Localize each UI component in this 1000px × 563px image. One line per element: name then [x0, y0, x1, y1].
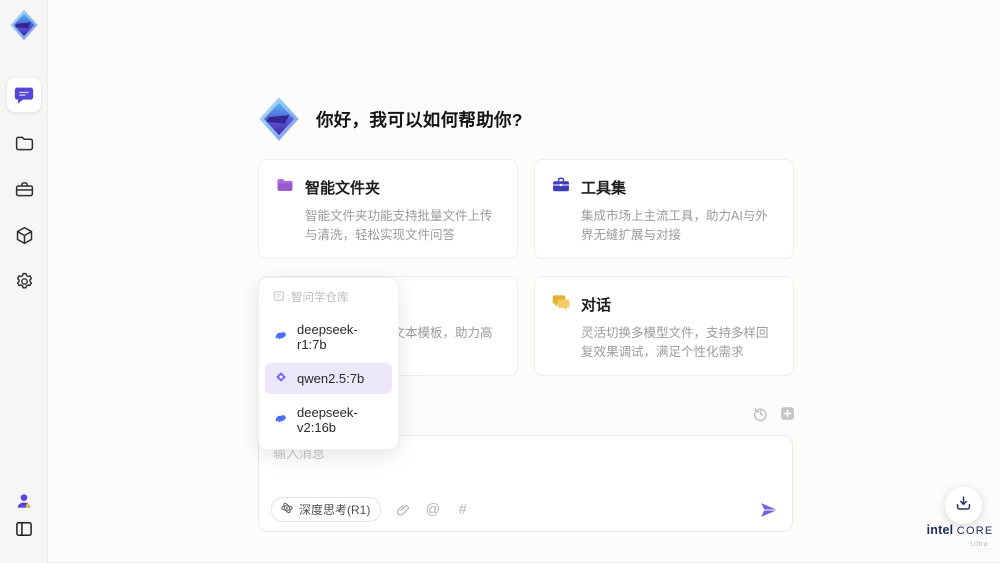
sidebar-item-collapse[interactable]	[7, 512, 41, 546]
card-smart-folder[interactable]: 智能文件夹 智能文件夹功能支持批量文件上传与清洗，轻松实现文件问答	[258, 159, 518, 259]
chat-yellow-icon	[551, 292, 571, 317]
cube-icon	[14, 225, 35, 246]
panel-layout-icon	[14, 519, 34, 539]
card-description: 智能文件夹功能支持批量文件上传与清洗，轻松实现文件问答	[305, 209, 493, 242]
gem-logo-icon	[256, 96, 302, 142]
paperclip-icon[interactable]	[394, 501, 411, 518]
composer-toolbar: 深度思考(R1) @ #	[271, 497, 780, 522]
intel-suffix-text: Ultra	[970, 541, 988, 548]
chat-toolbar	[752, 405, 796, 422]
deep-think-toggle[interactable]: 深度思考(R1)	[271, 497, 382, 522]
card-description: 集成市场上主流工具，助力AI与外界无缝扩展与对接	[581, 209, 768, 242]
sidebar-item-tools[interactable]	[7, 172, 41, 206]
gem-logo-icon	[8, 9, 40, 41]
at-icon[interactable]: @	[424, 501, 441, 518]
atom-icon	[280, 501, 294, 518]
page-title: 你好，我可以如何帮助你?	[316, 109, 523, 130]
briefcase-blue-icon	[551, 175, 571, 200]
chat-bubble-icon	[13, 84, 35, 106]
card-title: 智能文件夹	[305, 180, 381, 197]
sidebar-item-settings[interactable]	[7, 264, 41, 298]
card-description: 灵活切换多模型文件，支持多样回复效果调试，满足个性化需求	[581, 326, 769, 359]
folder-icon	[14, 133, 35, 154]
history-icon[interactable]	[752, 405, 769, 422]
intel-logo-text: intel	[926, 523, 954, 537]
model-dropdown: 智问学仓库 deepseek-r1:7b qwen2.5:7b deepseek…	[258, 277, 399, 450]
deepseek-icon	[273, 328, 289, 347]
greeting-header: 你好，我可以如何帮助你?	[256, 96, 523, 142]
model-option-deepseek-v2[interactable]: deepseek-v2:16b	[265, 399, 392, 441]
sidebar-item-folders[interactable]	[7, 126, 41, 160]
card-conversation[interactable]: 对话 灵活切换多模型文件，支持多样回复效果调试，满足个性化需求	[534, 276, 794, 376]
repo-icon	[273, 290, 285, 305]
card-toolset[interactable]: 工具集 集成市场上主流工具，助力AI与外界无缝扩展与对接	[534, 159, 794, 259]
folder-purple-icon	[275, 175, 295, 200]
intel-core-badge: intel CORE Ultra	[926, 524, 994, 551]
briefcase-icon	[14, 179, 35, 200]
sidebar-item-chat[interactable]	[7, 78, 41, 112]
model-option-qwen[interactable]: qwen2.5:7b	[265, 363, 392, 394]
model-dropdown-header: 智问学仓库	[265, 286, 392, 311]
send-icon[interactable]	[758, 499, 780, 521]
download-button[interactable]	[945, 487, 982, 524]
download-icon	[954, 494, 973, 518]
card-title: 对话	[581, 297, 612, 314]
user-icon	[14, 491, 34, 511]
qwen-icon	[273, 369, 289, 388]
gear-icon	[14, 271, 35, 292]
card-title: 工具集	[581, 180, 627, 197]
app-logo	[7, 8, 41, 42]
new-chat-icon[interactable]	[779, 405, 796, 422]
sidebar	[0, 0, 48, 563]
model-option-deepseek-r1[interactable]: deepseek-r1:7b	[265, 316, 392, 358]
deepseek-icon	[273, 411, 289, 430]
hash-icon[interactable]: #	[454, 501, 471, 518]
sidebar-item-apps[interactable]	[7, 218, 41, 252]
app-window: 你好，我可以如何帮助你? 智能文件夹 智能文件夹功能支持批量文件上传与清洗，轻松…	[0, 0, 1000, 563]
